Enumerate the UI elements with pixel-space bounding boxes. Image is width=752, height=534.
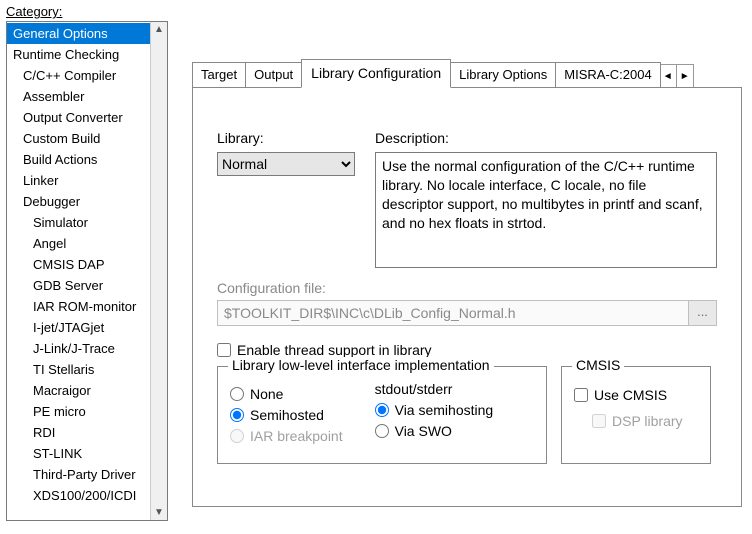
cmsis-legend: CMSIS xyxy=(572,357,624,373)
scroll-up-icon[interactable]: ▲ xyxy=(154,22,164,37)
library-label: Library: xyxy=(217,130,355,146)
cmsis-group: CMSIS Use CMSIS DSP library xyxy=(561,366,711,464)
tab-misra-c-2004[interactable]: MISRA-C:2004 xyxy=(555,62,660,88)
category-item[interactable]: ST-LINK xyxy=(7,443,150,464)
category-item[interactable]: Linker xyxy=(7,170,150,191)
category-item[interactable]: PE micro xyxy=(7,401,150,422)
dsp-library-checkbox: DSP library xyxy=(574,413,698,429)
category-scrollbar[interactable]: ▲ ▼ xyxy=(150,22,167,520)
category-item[interactable]: J-Link/J-Trace xyxy=(7,338,150,359)
category-item[interactable]: Macraigor xyxy=(7,380,150,401)
category-item[interactable]: IAR ROM-monitor xyxy=(7,296,150,317)
category-item[interactable]: Runtime Checking xyxy=(7,44,150,65)
enable-thread-support-input[interactable] xyxy=(217,343,231,357)
category-item[interactable]: Build Actions xyxy=(7,149,150,170)
category-item[interactable]: Debugger xyxy=(7,191,150,212)
description-label: Description: xyxy=(375,130,717,146)
lowlevel-group: Library low-level interface implementati… xyxy=(217,366,547,464)
stdout-via-semihosting-radio[interactable]: Via semihosting xyxy=(375,402,494,418)
category-item[interactable]: Assembler xyxy=(7,86,150,107)
stdout-stderr-header: stdout/stderr xyxy=(375,381,494,397)
category-item[interactable]: Output Converter xyxy=(7,107,150,128)
tab-target[interactable]: Target xyxy=(192,62,246,88)
scroll-down-icon[interactable]: ▼ xyxy=(154,505,164,520)
category-list: General OptionsRuntime CheckingC/C++ Com… xyxy=(6,21,168,521)
stdout-via-swo-radio[interactable]: Via SWO xyxy=(375,423,494,439)
tab-library-options[interactable]: Library Options xyxy=(450,62,556,88)
category-item[interactable]: XDS100/200/ICDI xyxy=(7,485,150,506)
category-item[interactable]: GDB Server xyxy=(7,275,150,296)
category-item[interactable]: Custom Build xyxy=(7,128,150,149)
enable-thread-support-label: Enable thread support in library xyxy=(237,342,432,358)
category-item[interactable]: C/C++ Compiler xyxy=(7,65,150,86)
tab-scroll-right-icon[interactable]: ► xyxy=(676,64,694,88)
category-item[interactable]: I-jet/JTAGjet xyxy=(7,317,150,338)
lowlevel-none-radio[interactable]: None xyxy=(230,386,343,402)
description-text: Use the normal configuration of the C/C+… xyxy=(375,152,717,268)
use-cmsis-checkbox[interactable]: Use CMSIS xyxy=(574,387,698,403)
tab-scroll-left-icon[interactable]: ◄ xyxy=(659,64,677,88)
tab-output[interactable]: Output xyxy=(245,62,302,88)
category-item[interactable]: TI Stellaris xyxy=(7,359,150,380)
tab-library-configuration[interactable]: Library Configuration xyxy=(301,59,451,88)
tab-panel-library-configuration: Library: Normal Description: Use the nor… xyxy=(192,87,742,507)
config-file-field: $TOOLKIT_DIR$\INC\c\DLib_Config_Normal.h xyxy=(217,300,689,326)
category-item[interactable]: Third-Party Driver xyxy=(7,464,150,485)
config-file-label: Configuration file: xyxy=(217,280,717,296)
category-item[interactable]: Simulator xyxy=(7,212,150,233)
category-item[interactable]: CMSIS DAP xyxy=(7,254,150,275)
config-file-browse-button: ... xyxy=(689,300,717,326)
enable-thread-support-checkbox[interactable]: Enable thread support in library xyxy=(217,342,717,358)
tab-strip: TargetOutputLibrary ConfigurationLibrary… xyxy=(192,62,742,88)
category-item[interactable]: Angel xyxy=(7,233,150,254)
lowlevel-iar-breakpoint-radio: IAR breakpoint xyxy=(230,428,343,444)
category-item[interactable]: RDI xyxy=(7,422,150,443)
category-item[interactable]: General Options xyxy=(7,23,150,44)
library-select[interactable]: Normal xyxy=(217,152,355,176)
category-heading: Category: xyxy=(6,4,168,19)
lowlevel-legend: Library low-level interface implementati… xyxy=(228,357,494,373)
lowlevel-semihosted-radio[interactable]: Semihosted xyxy=(230,407,343,423)
